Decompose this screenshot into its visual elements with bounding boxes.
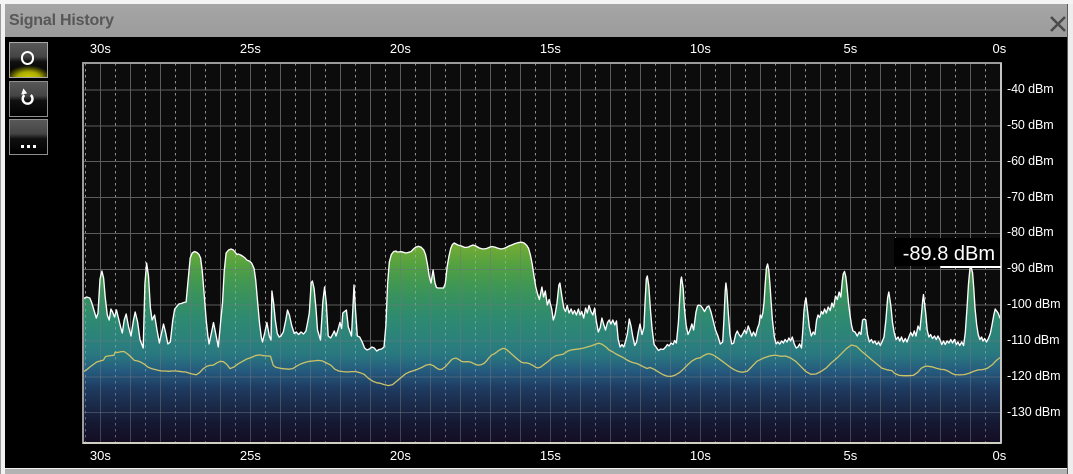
svg-text:-89.8 dBm: -89.8 dBm bbox=[903, 243, 995, 265]
